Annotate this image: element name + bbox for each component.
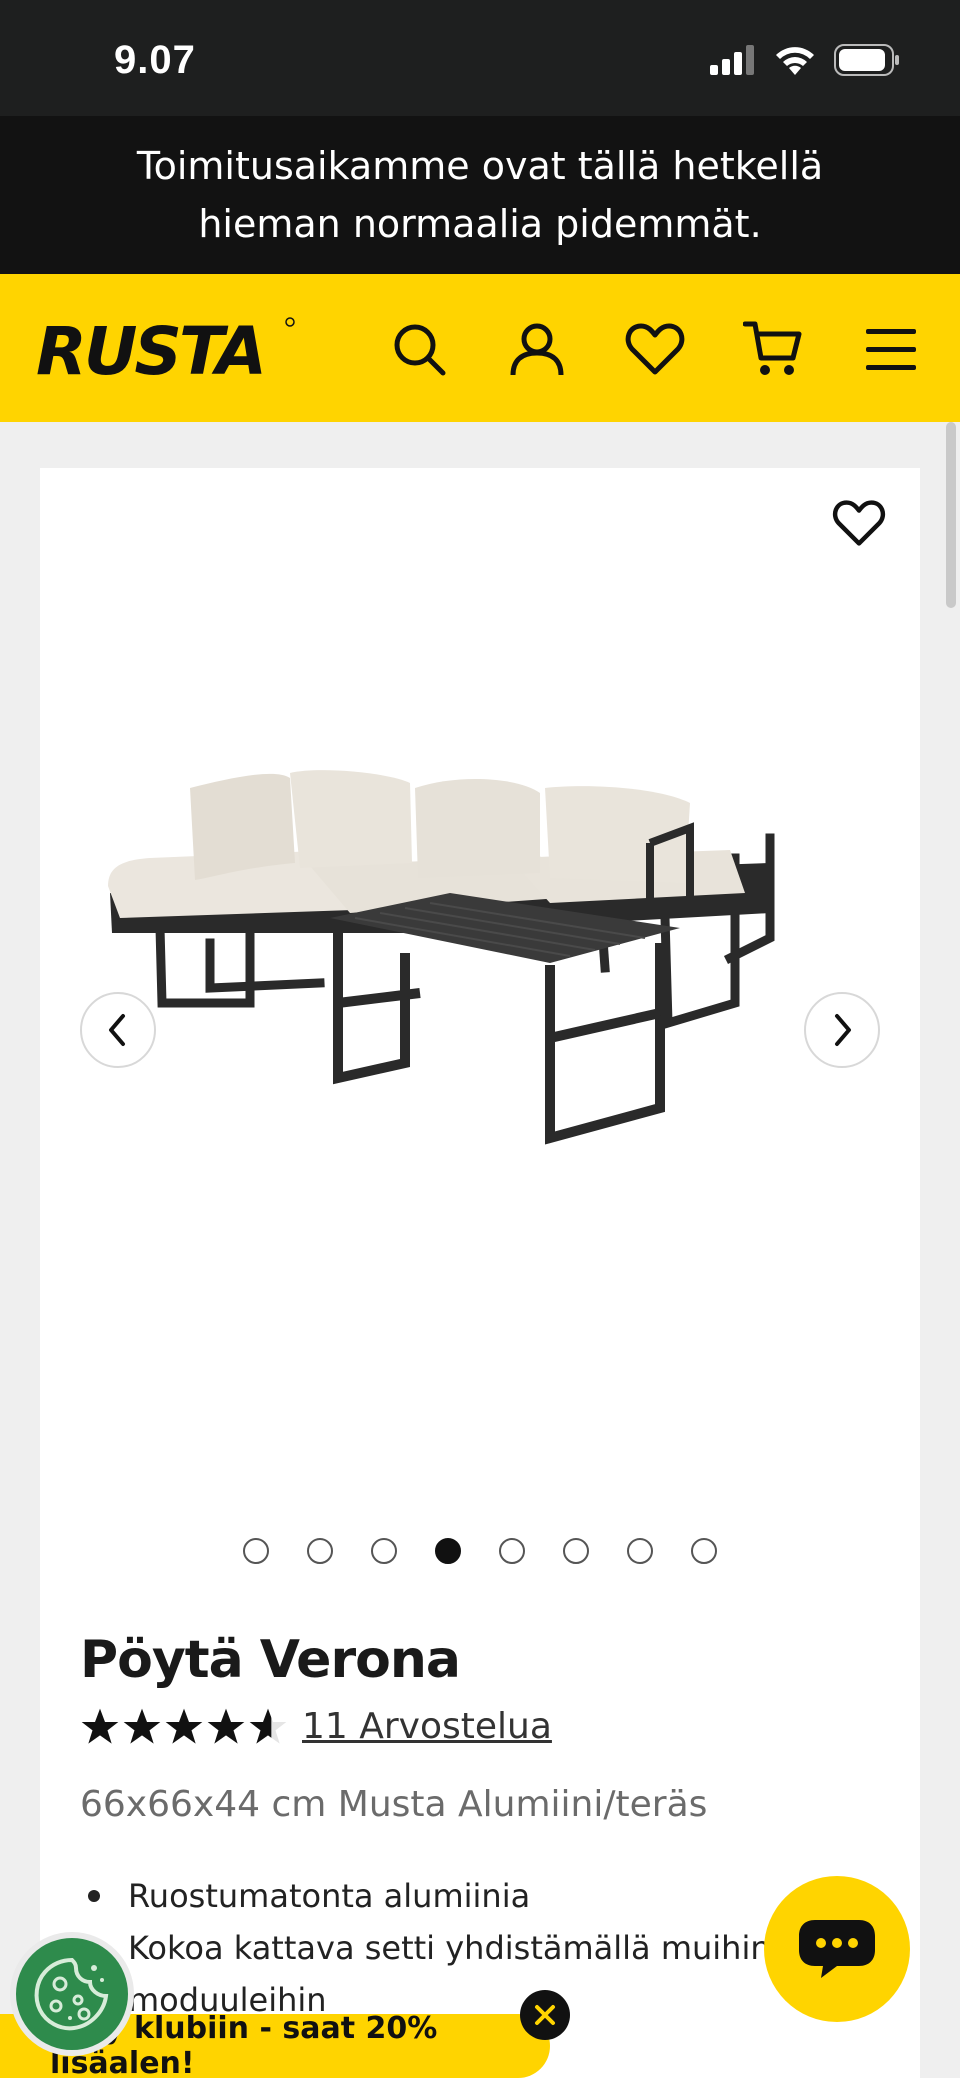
gallery-next-button[interactable] bbox=[804, 992, 880, 1068]
search-icon bbox=[394, 324, 446, 376]
status-bar: 9.07 bbox=[0, 0, 960, 116]
status-icons bbox=[710, 44, 900, 76]
gallery-dot[interactable] bbox=[691, 1538, 717, 1564]
heart-icon bbox=[625, 323, 685, 375]
gallery-dot[interactable] bbox=[243, 1538, 269, 1564]
wifi-icon bbox=[776, 47, 814, 75]
cart-button[interactable] bbox=[738, 314, 808, 384]
gallery-dot-active[interactable] bbox=[435, 1538, 461, 1564]
signal-icon bbox=[710, 45, 754, 75]
gallery-dots bbox=[40, 1538, 920, 1564]
star-icon bbox=[165, 1708, 203, 1744]
reviews-link[interactable]: 11 Arvostelua bbox=[302, 1706, 552, 1747]
close-icon bbox=[535, 2005, 555, 2025]
gallery-dot[interactable] bbox=[371, 1538, 397, 1564]
user-icon bbox=[510, 323, 564, 376]
site-header: RUSTA bbox=[0, 274, 960, 422]
favorite-button[interactable] bbox=[824, 490, 894, 556]
product-card: Pöytä Verona 11 Arvostelua 66x66x44 cm M… bbox=[40, 468, 920, 2078]
rating-row: 11 Arvostelua bbox=[80, 1706, 552, 1747]
gallery-dot[interactable] bbox=[627, 1538, 653, 1564]
scrollbar[interactable] bbox=[946, 422, 956, 608]
breadcrumb bbox=[0, 422, 960, 436]
product-features: Ruostumatonta alumiinia Kokoa kattava se… bbox=[80, 1870, 840, 2026]
gallery-prev-button[interactable] bbox=[80, 992, 156, 1068]
chevron-left-icon bbox=[109, 1014, 125, 1046]
search-button[interactable] bbox=[384, 314, 454, 384]
star-rating bbox=[80, 1707, 288, 1747]
menu-button[interactable] bbox=[856, 314, 926, 384]
account-button[interactable] bbox=[502, 314, 572, 384]
gallery-dot[interactable] bbox=[499, 1538, 525, 1564]
cookie-settings-button[interactable] bbox=[10, 1932, 134, 2056]
star-icon bbox=[207, 1708, 245, 1744]
chat-icon bbox=[799, 1920, 875, 1978]
product-subtitle: 66x66x44 cm Musta Alumiini/teräs bbox=[80, 1784, 708, 1825]
star-half-icon bbox=[249, 1708, 287, 1744]
star-icon bbox=[81, 1708, 119, 1744]
club-promo-close-button[interactable] bbox=[520, 1990, 570, 2040]
delivery-notice: Toimitusaikamme ovat tällä hetkellä hiem… bbox=[0, 116, 960, 274]
heart-icon bbox=[832, 500, 886, 546]
chat-button[interactable] bbox=[764, 1876, 910, 2022]
delivery-notice-text: Toimitusaikamme ovat tällä hetkellä hiem… bbox=[136, 144, 824, 246]
product-title: Pöytä Verona bbox=[80, 1630, 461, 1690]
star-icon bbox=[123, 1708, 161, 1744]
rusta-logo[interactable]: RUSTA bbox=[36, 312, 298, 384]
gallery-dot[interactable] bbox=[307, 1538, 333, 1564]
gallery-dot[interactable] bbox=[563, 1538, 589, 1564]
logo-text: RUSTA bbox=[36, 313, 264, 384]
product-image bbox=[108, 770, 775, 1145]
status-time: 9.07 bbox=[114, 38, 196, 82]
wishlist-button[interactable] bbox=[620, 314, 690, 384]
menu-icon bbox=[866, 329, 916, 370]
battery-icon bbox=[834, 44, 899, 76]
feature-item: Ruostumatonta alumiinia bbox=[80, 1870, 840, 1922]
cookie-icon bbox=[34, 1957, 109, 2031]
cart-icon bbox=[743, 321, 802, 375]
chevron-right-icon bbox=[835, 1014, 851, 1046]
